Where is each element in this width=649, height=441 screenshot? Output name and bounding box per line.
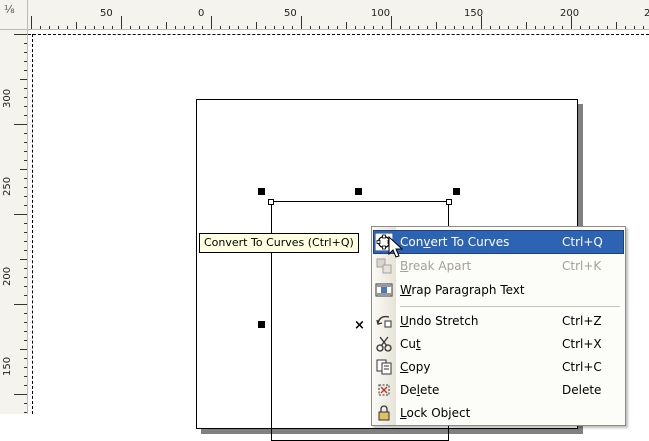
menu-item-label: Lock Object [400, 406, 471, 420]
ruler-h-label: 150 [464, 8, 484, 19]
menu-item-cut[interactable]: Cut Ctrl+X [374, 333, 623, 355]
ruler-v-label: 150 [2, 356, 13, 376]
menu-item-shortcut: Ctrl+K [562, 259, 602, 273]
menu-item-shortcut: Ctrl+X [562, 337, 602, 351]
ruler-v-label: 300 [2, 88, 13, 108]
ruler-origin-icon: ⅛ [4, 3, 15, 16]
menu-item-label: Delete [400, 383, 440, 397]
scissors-icon [376, 336, 392, 352]
mouse-pointer-icon [388, 236, 404, 258]
menu-item-shortcut: Delete [562, 383, 602, 397]
menu-item-label: Copy [400, 360, 431, 374]
menu-separator [400, 306, 620, 307]
ruler-corner[interactable]: ⅛ [0, 0, 28, 30]
horizontal-ruler[interactable]: 50 0 50 100 150 200 2 [28, 0, 649, 30]
vertical-ruler[interactable]: 300 250 200 150 [0, 30, 28, 414]
menu-item-label: Wrap Paragraph Text [400, 283, 525, 297]
selection-handle-left[interactable] [258, 321, 265, 328]
ruler-h-label: 50 [284, 8, 297, 19]
menu-item-copy[interactable]: Copy Ctrl+C [374, 356, 623, 378]
menu-item-label: Break Apart [400, 259, 472, 273]
ruler-v-label: 250 [2, 176, 13, 196]
menu-item-shortcut: Ctrl+Z [562, 314, 602, 328]
rectangle-node[interactable] [446, 199, 452, 205]
undo-icon [376, 315, 392, 328]
rectangle-node[interactable] [268, 199, 274, 205]
context-menu: Convert To Curves Ctrl+Q Break Apart Ctr… [371, 226, 626, 426]
menu-item-label: Undo Stretch [400, 314, 479, 328]
wrap-text-icon [375, 283, 393, 297]
ruler-h-label: 50 [100, 8, 113, 19]
menu-item-break-apart[interactable]: Break Apart Ctrl+K [374, 255, 623, 277]
horizontal-ruler-ticks [31, 16, 644, 29]
menu-item-undo-stretch[interactable]: Undo Stretch Ctrl+Z [374, 310, 623, 332]
selection-handle-top-left[interactable] [258, 188, 265, 195]
menu-item-convert-to-curves[interactable]: Convert To Curves Ctrl+Q [373, 230, 624, 254]
copy-icon [376, 359, 392, 375]
menu-item-lock-object[interactable]: Lock Object [374, 402, 623, 424]
selection-handle-top-right[interactable] [453, 188, 460, 195]
menu-item-shortcut: Ctrl+C [562, 360, 602, 374]
menu-item-wrap-paragraph-text[interactable]: Wrap Paragraph Text [374, 279, 623, 301]
ruler-h-label: 0 [198, 8, 205, 19]
ruler-h-label: 200 [560, 8, 580, 19]
ruler-v-label: 200 [2, 266, 13, 286]
menu-item-shortcut: Ctrl+Q [562, 235, 603, 249]
menu-item-delete[interactable]: Delete Delete [374, 379, 623, 401]
page-border-guide-left [32, 34, 34, 414]
ruler-h-label: 100 [371, 8, 391, 19]
lock-icon [378, 405, 390, 421]
page-border-guide-top [28, 34, 649, 36]
menu-item-label: Convert To Curves [400, 235, 510, 249]
menu-item-label: Cut [400, 337, 421, 351]
ruler-h-label: 2 [644, 8, 649, 19]
tooltip: Convert To Curves (Ctrl+Q) [199, 233, 359, 253]
rotation-center-icon[interactable]: × [354, 318, 365, 333]
selection-handle-top[interactable] [355, 188, 362, 195]
delete-icon [378, 384, 390, 396]
